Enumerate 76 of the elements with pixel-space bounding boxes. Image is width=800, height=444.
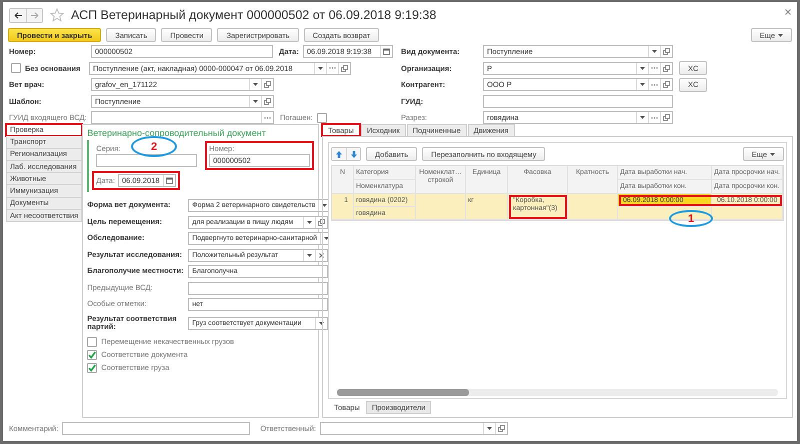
caret-icon xyxy=(324,237,330,240)
caret-icon xyxy=(640,116,645,119)
open-button[interactable] xyxy=(660,62,672,74)
dropdown-button[interactable] xyxy=(249,96,261,106)
open-button[interactable] xyxy=(338,62,350,74)
copy-icon xyxy=(341,64,348,72)
move-down-button[interactable] xyxy=(346,148,360,160)
choose-button[interactable] xyxy=(648,62,660,74)
checkbox[interactable] xyxy=(87,336,98,346)
caret-icon xyxy=(307,254,312,256)
open-button[interactable] xyxy=(261,79,273,90)
open-button[interactable] xyxy=(660,46,672,57)
text-field[interactable] xyxy=(483,94,673,108)
open-button[interactable] xyxy=(660,112,672,123)
select-field[interactable] xyxy=(320,422,508,435)
up-arrow-icon xyxy=(335,150,343,158)
choose-button[interactable] xyxy=(648,112,660,123)
horizontal-scrollbar[interactable] xyxy=(337,389,778,396)
copy-icon xyxy=(318,218,326,226)
caret-icon xyxy=(640,66,645,70)
checkbox[interactable] xyxy=(87,362,98,372)
close-icon[interactable] xyxy=(785,9,791,15)
right-arrow-icon xyxy=(30,12,39,18)
copy-icon xyxy=(663,64,670,72)
down-arrow-icon xyxy=(350,150,358,158)
caret-icon xyxy=(652,50,657,53)
dropdown-button[interactable] xyxy=(648,46,660,57)
open-button[interactable] xyxy=(494,423,507,434)
back-button[interactable] xyxy=(10,8,26,22)
star-icon[interactable] xyxy=(50,8,64,22)
choose-button[interactable] xyxy=(261,112,273,123)
caret-icon xyxy=(307,220,312,224)
text-field[interactable] xyxy=(96,154,198,167)
callout: 2 xyxy=(131,136,177,157)
close-icon xyxy=(319,252,324,258)
copy-icon xyxy=(663,114,670,121)
caret-icon xyxy=(253,83,258,86)
caret-icon xyxy=(253,100,258,102)
left-arrow-icon xyxy=(14,12,22,18)
caret-icon xyxy=(318,66,323,70)
caret-icon xyxy=(322,204,328,207)
copy-icon xyxy=(264,81,271,88)
text-field[interactable] xyxy=(62,422,250,435)
caret-icon xyxy=(486,427,492,430)
calendar-icon xyxy=(382,48,390,55)
caret-icon xyxy=(640,83,645,86)
copy-icon xyxy=(663,81,670,88)
dropdown-button[interactable] xyxy=(636,62,648,74)
copy-icon xyxy=(663,48,670,55)
calendar-button[interactable] xyxy=(162,175,175,186)
calendar-button[interactable] xyxy=(380,46,392,57)
text-field[interactable] xyxy=(188,282,328,294)
calendar-icon xyxy=(166,177,173,184)
checkbox[interactable] xyxy=(11,63,21,73)
window-title: АСП Ветеринарный документ 000000502 от 06.09.2018 9:19:38 xyxy=(71,8,436,22)
move-up-button[interactable] xyxy=(332,148,346,160)
open-button[interactable] xyxy=(660,79,672,90)
dropdown-button[interactable] xyxy=(636,79,648,90)
dropdown-button[interactable] xyxy=(314,62,326,74)
copy-icon xyxy=(264,98,271,104)
checkbox[interactable] xyxy=(87,350,98,360)
checkbox[interactable] xyxy=(316,112,327,122)
open-button[interactable] xyxy=(261,96,273,106)
caret-icon xyxy=(778,34,783,36)
choose-button[interactable] xyxy=(326,62,338,74)
copy-icon xyxy=(498,425,505,432)
text-field[interactable] xyxy=(91,111,274,124)
caret-icon xyxy=(319,322,324,324)
dropdown-button[interactable] xyxy=(636,112,648,123)
dropdown-button[interactable] xyxy=(482,423,495,434)
group-title: Ветеринарно-сопроводительный документ xyxy=(87,128,267,139)
caret-icon xyxy=(770,152,775,156)
open-button[interactable] xyxy=(315,216,328,228)
callout: 1 xyxy=(669,210,713,227)
dropdown-button[interactable] xyxy=(249,79,261,90)
choose-button[interactable] xyxy=(648,79,660,90)
